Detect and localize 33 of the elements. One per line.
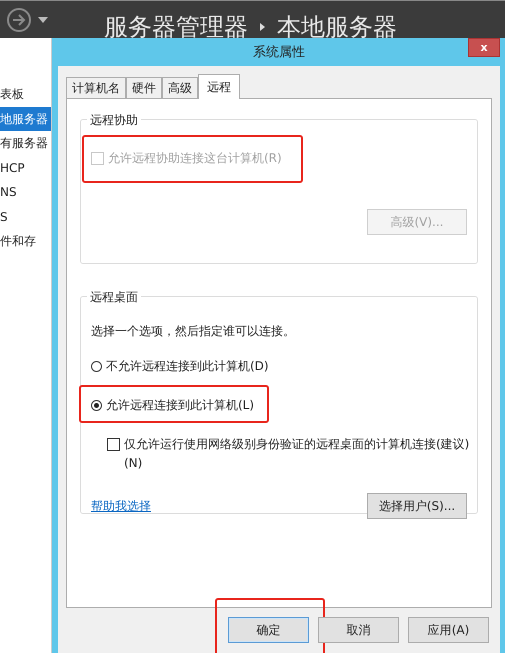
radio-label: 不允许远程连接到此计算机(D) <box>106 358 269 375</box>
chevron-icon <box>260 22 265 30</box>
tab[interactable]: 远程 <box>198 74 240 99</box>
sidebar-item[interactable]: 表板 <box>0 82 51 106</box>
close-button[interactable]: x <box>468 38 500 57</box>
sidebar-item[interactable]: 有服务器 <box>0 131 51 156</box>
sidebar-item[interactable]: NS <box>0 180 51 204</box>
dialog-button[interactable]: 确定 <box>228 617 309 643</box>
back-icon[interactable] <box>6 6 32 32</box>
checkbox[interactable] <box>107 438 120 451</box>
dropdown-icon[interactable] <box>38 16 48 22</box>
radio-label: 允许远程连接到此计算机(L) <box>106 397 254 414</box>
radio-button[interactable] <box>91 361 102 372</box>
checkbox-label: 仅允许运行使用网络级别身份验证的远程桌面的计算机连接(建议) <box>124 436 470 453</box>
app-title: 服务器管理器 <box>104 14 248 38</box>
sidebar-item[interactable]: S <box>0 204 51 229</box>
dialog-button[interactable]: 取消 <box>318 617 399 643</box>
dialog-button[interactable]: 应用(A) <box>408 617 489 643</box>
dialog-title: 系统属性 <box>253 44 305 61</box>
select-users-button[interactable]: 选择用户(S)... <box>367 493 467 519</box>
checkbox-label: 允许远程协助连接这台计算机(R) <box>108 150 282 167</box>
sidebar-item[interactable]: 地服务器 <box>0 106 51 131</box>
sidebar-item[interactable]: HCP <box>0 156 51 180</box>
checkbox-label: (N) <box>124 456 144 470</box>
group-title: 远程桌面 <box>87 289 141 306</box>
page-title: 本地服务器 <box>277 14 397 38</box>
tab[interactable]: 计算机名 <box>66 77 126 98</box>
help-link[interactable]: 帮助我选择 <box>91 498 151 514</box>
instruction-text: 选择一个选项，然后指定谁可以连接。 <box>91 323 296 340</box>
radio-button[interactable] <box>91 400 102 411</box>
sidebar-item[interactable]: 件和存 <box>0 229 51 254</box>
tab[interactable]: 硬件 <box>126 77 162 98</box>
tab[interactable]: 高级 <box>162 77 198 98</box>
